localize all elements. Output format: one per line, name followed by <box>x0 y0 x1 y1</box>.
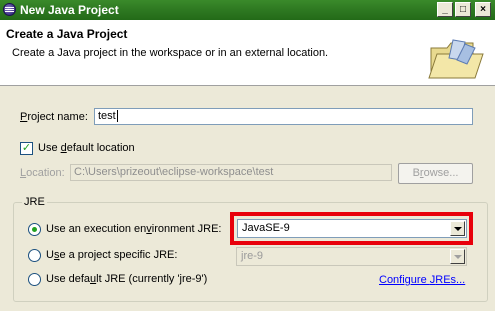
default-jre-label: Use default JRE (currently 'jre-9') <box>46 273 208 285</box>
page-title: Create a Java Project <box>6 27 128 41</box>
wizard-header: Create a Java Project Create a Java proj… <box>0 20 495 86</box>
browse-button[interactable]: Browse... <box>398 163 473 184</box>
minimize-button[interactable]: _ <box>437 2 453 17</box>
project-specific-jre-label: Use a project specific JRE: <box>46 249 178 261</box>
project-specific-jre-radio[interactable] <box>28 249 41 262</box>
maximize-button[interactable]: □ <box>455 2 471 17</box>
location-field[interactable]: C:\Users\prizeout\eclipse-workspace\test <box>70 164 392 181</box>
execution-environment-radio[interactable] <box>28 223 41 236</box>
jre-group-label: JRE <box>22 196 47 208</box>
eclipse-icon <box>3 3 16 16</box>
page-description: Create a Java project in the workspace o… <box>12 47 329 59</box>
project-name-label: Project name: <box>20 111 88 123</box>
close-button[interactable]: × <box>475 2 491 17</box>
new-project-folder-icon <box>428 39 484 79</box>
execution-environment-label: Use an execution environment JRE: <box>46 223 222 235</box>
use-default-location-label: Use default location <box>38 142 135 154</box>
window-title: New Java Project <box>20 3 119 17</box>
use-default-location-checkbox[interactable]: ✓ <box>20 142 33 155</box>
red-highlight-box <box>230 212 473 245</box>
title-bar: New Java Project _ □ × <box>0 0 495 20</box>
project-specific-jre-select[interactable]: jre-9 <box>236 247 467 266</box>
location-label: Location: <box>20 167 65 179</box>
default-jre-radio[interactable] <box>28 273 41 286</box>
chevron-down-icon[interactable] <box>450 249 465 264</box>
project-name-field[interactable]: test <box>94 108 473 125</box>
configure-jres-link[interactable]: Configure JREs... <box>379 274 465 286</box>
